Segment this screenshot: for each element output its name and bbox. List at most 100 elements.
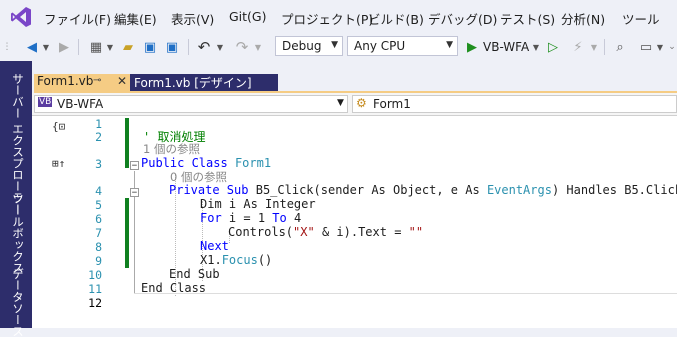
window-layout-icon[interactable]: ▭	[638, 37, 654, 57]
line-number: 6	[95, 212, 102, 226]
change-indicator	[125, 118, 129, 168]
find-in-files-icon[interactable]: ⌕	[612, 37, 628, 57]
configuration-value: Debug	[282, 39, 322, 53]
toolbox-tab[interactable]: ツールボックス	[6, 193, 26, 274]
code-line-5: Dim i As Integer	[200, 197, 316, 211]
code-line-3: Public Class Form1	[141, 156, 271, 170]
collapse-icon[interactable]: −	[130, 161, 139, 171]
configuration-select[interactable]: Debug ▼	[275, 36, 343, 56]
menu-edit[interactable]: 編集(E)	[114, 9, 157, 28]
line-number: 2	[95, 130, 102, 144]
menu-bar: ファイル(F) 編集(E) 表示(V) Git(G) プロジェクト(P) ビルド…	[0, 0, 677, 33]
toolbar-separator	[78, 39, 79, 55]
line-number: 1	[95, 117, 102, 131]
menu-tools[interactable]: ツール	[622, 9, 660, 28]
member-select[interactable]: ⚙ Form1	[352, 95, 677, 113]
tab-form1-code[interactable]: Form1.vb ⊸ ✕	[34, 74, 132, 92]
hot-reload-icon[interactable]: ⚡	[570, 37, 586, 57]
project-select[interactable]: VB VB-WFA ▼	[34, 95, 348, 113]
back-icon[interactable]: ◀	[24, 37, 40, 57]
open-folder-icon[interactable]: ▰	[120, 37, 136, 57]
start-without-debug-icon[interactable]: ▷	[546, 37, 560, 57]
project-select-value: VB-WFA	[57, 97, 104, 111]
current-line-number: 12	[88, 296, 102, 310]
line-number: 8	[95, 240, 102, 254]
code-editor[interactable]: {⊡ ⊞↑ 1 2 3 4 5 6 7 8 9 10 11 12 − − ' 取…	[32, 116, 677, 328]
visual-studio-logo-icon[interactable]	[10, 6, 32, 28]
toolbar: ⋮ ◀ ▼ ▶ ▦ ▼ ▰ ▣ ▣ ↶ ▼ ↷ ▼ Debug ▼ Any CP…	[0, 33, 677, 61]
toolbar-overflow-icon[interactable]: ⌄	[668, 37, 676, 57]
line-number: 9	[95, 254, 102, 268]
code-line-10: End Sub	[169, 267, 220, 281]
save-all-icon[interactable]: ▣	[164, 37, 180, 57]
menu-test[interactable]: テスト(S)	[500, 9, 555, 28]
code-line-8: Next	[200, 239, 229, 253]
tab-form1-designer[interactable]: Form1.vb [デザイン]	[130, 74, 278, 92]
toolbar-grip-icon: ⋮	[2, 42, 12, 52]
new-project-icon[interactable]: ▦	[88, 37, 104, 57]
menu-debug[interactable]: デバッグ(D)	[428, 9, 497, 28]
code-text: ) Handles B5.Click	[551, 183, 677, 197]
forward-icon[interactable]: ▶	[56, 37, 72, 57]
line-number: 3	[95, 157, 102, 171]
undo-dropdown-icon[interactable]: ▼	[216, 37, 224, 57]
code-keyword: To	[272, 211, 287, 225]
vb-project-icon: VB	[38, 97, 53, 107]
toolbar-separator	[604, 39, 605, 55]
menu-project[interactable]: プロジェクト(P)	[281, 9, 373, 28]
platform-select[interactable]: Any CPU ▼	[347, 36, 458, 56]
platform-value: Any CPU	[354, 39, 406, 53]
pin-icon[interactable]: ⊸	[93, 75, 101, 86]
start-debug-icon[interactable]: ▶	[465, 37, 479, 57]
code-string: "X"	[293, 225, 315, 239]
new-project-dropdown-icon[interactable]: ▼	[106, 37, 114, 57]
chevron-down-icon: ▼	[337, 98, 344, 108]
code-text: X1.	[200, 253, 222, 267]
line-number: 5	[95, 198, 102, 212]
navigation-bar: VB VB-WFA ▼ ⚙ Form1	[32, 93, 677, 116]
data-sources-tab[interactable]: データソース	[6, 268, 26, 337]
tab-label: Form1.vb	[37, 74, 94, 88]
code-line-9: X1.Focus()	[200, 253, 272, 267]
line-number: 10	[88, 268, 102, 282]
code-text: i = 1	[228, 211, 266, 225]
redo-dropdown-icon[interactable]: ▼	[254, 37, 262, 57]
code-line-7: Controls("X" & i).Text = ""	[228, 225, 423, 239]
code-text: & i).Text =	[314, 225, 409, 239]
code-line-6: For i = 1 To 4	[200, 211, 301, 225]
run-target-label[interactable]: VB-WFA	[483, 40, 529, 54]
code-method: Focus	[221, 253, 258, 267]
save-icon[interactable]: ▣	[142, 37, 158, 57]
menu-view[interactable]: 表示(V)	[171, 9, 214, 28]
redo-icon[interactable]: ↷	[234, 37, 250, 57]
close-icon[interactable]: ✕	[117, 74, 127, 88]
codelens-references[interactable]: 1 個の参照	[143, 141, 200, 157]
code-line-4: Private Sub B5_Click(sender As Object, e…	[169, 183, 677, 197]
line-number: 4	[95, 184, 102, 198]
run-target-dropdown-icon[interactable]: ▼	[532, 37, 540, 57]
code-text: 4	[293, 211, 302, 225]
undo-icon[interactable]: ↶	[196, 37, 212, 57]
code-type: Form1	[234, 156, 272, 170]
code-identifier: B5_Click	[255, 183, 314, 197]
toolbar-separator	[188, 39, 189, 55]
menu-analyze[interactable]: 分析(N)	[561, 9, 605, 28]
code-line-11: End Class	[141, 281, 207, 295]
menu-git[interactable]: Git(G)	[229, 9, 267, 24]
menu-file[interactable]: ファイル(F)	[44, 9, 111, 28]
collapse-icon[interactable]: −	[130, 188, 139, 198]
code-text: As Object, e As	[371, 183, 480, 197]
hot-reload-dropdown-icon[interactable]: ▼	[590, 37, 598, 57]
code-keyword: Public Class	[141, 156, 228, 170]
chevron-down-icon: ▼	[331, 40, 338, 50]
member-select-value: Form1	[373, 97, 411, 111]
code-type: EventArgs	[486, 183, 552, 197]
back-dropdown-icon[interactable]: ▼	[42, 37, 50, 57]
code-keyword: For	[200, 211, 222, 225]
tab-label: Form1.vb [デザイン]	[134, 76, 252, 90]
code-text: (sender	[313, 183, 365, 197]
layout-dropdown-icon[interactable]: ▼	[656, 37, 664, 57]
line-number: 7	[95, 226, 102, 240]
menu-build[interactable]: ビルド(B)	[368, 9, 424, 28]
chevron-down-icon: ▼	[446, 40, 453, 50]
